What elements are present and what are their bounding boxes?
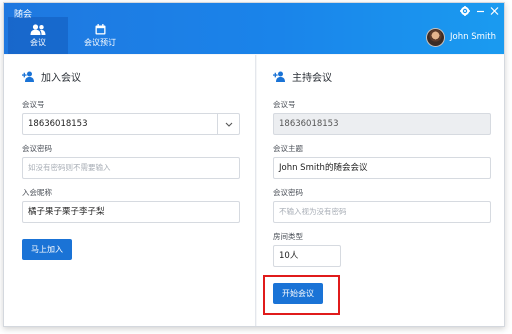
highlight-box: [263, 275, 340, 315]
tab-booking-label: 会议预订: [84, 38, 116, 47]
app-window: 随会 会议 会议预订 John Smith 加入会议 会议号 186360181…: [3, 2, 505, 327]
close-icon[interactable]: [490, 6, 499, 20]
host-meeting-title: 主持会议: [292, 73, 332, 84]
host-topic-label: 会议主题: [273, 144, 303, 153]
people-icon: [30, 24, 46, 35]
join-meeting-id-select[interactable]: 18636018153: [22, 113, 240, 135]
add-user-icon: [22, 71, 34, 82]
join-meeting-id-value: 18636018153: [28, 119, 88, 129]
host-meeting-id-field: 18636018153: [273, 113, 491, 135]
minimize-icon[interactable]: [476, 6, 485, 20]
top-bar: 随会 会议 会议预订 John Smith: [4, 3, 504, 54]
join-meeting-panel: 加入会议 会议号 18636018153 会议密码 如没有密码则不需要输入 入会…: [4, 55, 256, 326]
tab-booking[interactable]: 会议预订: [70, 17, 130, 54]
join-password-input[interactable]: 如没有密码则不需要输入: [22, 157, 240, 179]
room-type-label: 房间类型: [273, 232, 303, 241]
host-meeting-id-label: 会议号: [273, 100, 296, 109]
host-user-icon: [273, 71, 285, 82]
join-meeting-heading: 加入会议: [22, 69, 81, 84]
tab-meeting[interactable]: 会议: [8, 17, 68, 54]
join-password-label: 会议密码: [22, 144, 52, 153]
room-type-select[interactable]: 10人: [273, 245, 341, 267]
settings-icon[interactable]: [460, 6, 470, 20]
host-password-input[interactable]: 不输入视为没有密码: [273, 201, 491, 223]
user-menu[interactable]: John Smith: [426, 27, 496, 47]
chevron-down-icon[interactable]: [217, 114, 239, 134]
join-now-button[interactable]: 马上加入: [22, 239, 72, 260]
join-nickname-label: 入会昵称: [22, 188, 52, 197]
avatar: [426, 27, 446, 47]
host-meeting-heading: 主持会议: [273, 69, 332, 84]
tab-meeting-label: 会议: [30, 38, 46, 47]
join-meeting-id-label: 会议号: [22, 100, 45, 109]
host-password-label: 会议密码: [273, 188, 303, 197]
host-topic-input[interactable]: John Smith的随会会议: [273, 157, 491, 179]
calendar-icon: [95, 24, 105, 35]
join-nickname-input[interactable]: 橘子果子栗子李子梨: [22, 201, 240, 223]
join-meeting-title: 加入会议: [41, 73, 81, 84]
user-name: John Smith: [450, 32, 496, 42]
